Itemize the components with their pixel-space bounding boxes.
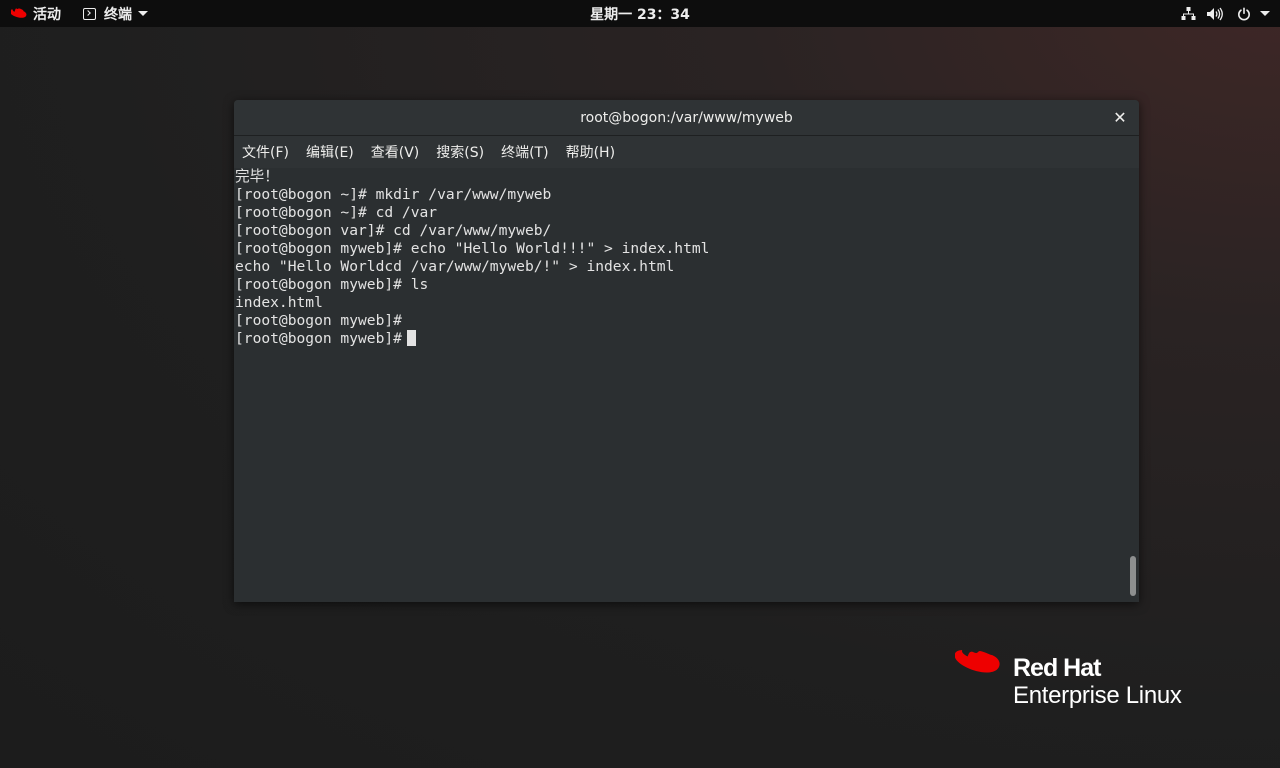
activities-label: 活动 <box>33 6 61 23</box>
menu-terminal[interactable]: 终端(T) <box>501 142 548 162</box>
window-title: root@bogon:/var/www/myweb <box>580 109 793 126</box>
redhat-icon <box>11 7 27 18</box>
power-icon <box>1237 7 1251 21</box>
terminal-prompt: [root@bogon myweb]# <box>235 330 402 347</box>
menu-edit[interactable]: 编辑(E) <box>306 142 354 162</box>
terminal-line: [root@bogon var]# cd /var/www/myweb/ <box>235 222 552 239</box>
window-titlebar[interactable]: root@bogon:/var/www/myweb ✕ <box>234 100 1139 136</box>
brand-line-2: Enterprise Linux <box>1013 682 1182 709</box>
clock-container: 星期一 23：34 <box>0 0 1280 27</box>
menu-view[interactable]: 查看(V) <box>371 142 420 162</box>
clock[interactable]: 星期一 23：34 <box>590 4 690 24</box>
volume-icon <box>1206 7 1223 21</box>
redhat-branding: Red Hat Enterprise Linux <box>955 649 1182 710</box>
menu-file[interactable]: 文件(F) <box>242 142 289 162</box>
chevron-down-icon <box>1260 11 1270 16</box>
redhat-wordmark: Red Hat Enterprise Linux <box>1013 649 1182 710</box>
redhat-logo-icon <box>955 649 1000 673</box>
terminal-line: [root@bogon myweb]# ls <box>235 276 429 293</box>
terminal-line: index.html <box>235 294 323 311</box>
terminal-line: 完毕！ <box>235 168 279 185</box>
terminal-prompt-line: [root@bogon myweb]# <box>235 330 1127 348</box>
close-icon: ✕ <box>1113 107 1127 127</box>
terminal-line: [root@bogon ~]# cd /var <box>235 204 438 221</box>
brand-line-1: Red Hat <box>1013 654 1101 682</box>
close-button[interactable]: ✕ <box>1111 107 1129 127</box>
chevron-down-icon <box>138 11 148 16</box>
terminal-line: [root@bogon myweb]# echo "Hello World!!!… <box>235 240 710 257</box>
menu-help[interactable]: 帮助(H) <box>566 142 615 162</box>
menu-bar: 文件(F) 编辑(E) 查看(V) 搜索(S) 终端(T) 帮助(H) <box>234 136 1139 168</box>
text-cursor <box>406 330 416 346</box>
terminal-line: [root@bogon ~]# mkdir /var/www/myweb <box>235 186 552 203</box>
terminal-icon <box>83 7 96 20</box>
app-menu-button[interactable]: 终端 <box>83 0 148 27</box>
terminal-scrollbar[interactable] <box>1127 168 1139 602</box>
system-menu[interactable] <box>1171 0 1270 27</box>
terminal-output[interactable]: 完毕！ [root@bogon ~]# mkdir /var/www/myweb… <box>234 168 1127 602</box>
top-bar: 活动 终端 星期一 23：34 <box>0 0 1280 27</box>
app-menu-label: 终端 <box>104 6 132 23</box>
terminal-window: root@bogon:/var/www/myweb ✕ 文件(F) 编辑(E) … <box>234 100 1139 602</box>
scrollbar-thumb[interactable] <box>1130 556 1136 596</box>
network-icon <box>1181 6 1196 21</box>
menu-search[interactable]: 搜索(S) <box>436 142 484 162</box>
terminal-line: [root@bogon myweb]# <box>235 312 402 329</box>
activities-button[interactable]: 活动 <box>11 0 61 27</box>
terminal-line: echo "Hello Worldcd /var/www/myweb/!" > … <box>235 258 675 275</box>
